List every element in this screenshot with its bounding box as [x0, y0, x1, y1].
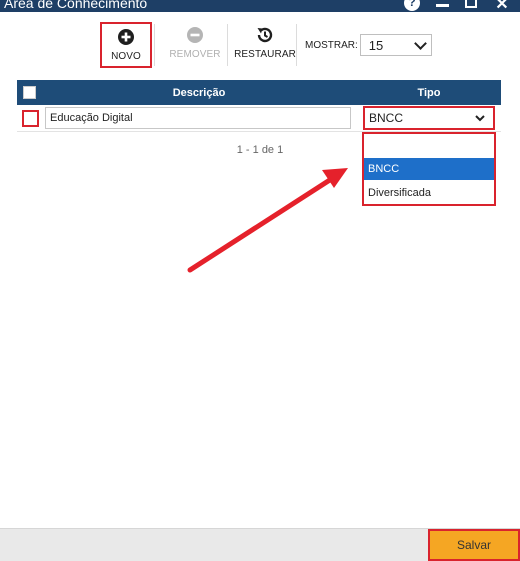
remover-label: REMOVER [169, 49, 221, 60]
toolbar-divider [296, 24, 297, 66]
remover-button[interactable]: REMOVER [165, 22, 225, 68]
save-button[interactable]: Salvar [428, 529, 520, 561]
restaurar-label: RESTAURAR [234, 49, 296, 60]
chevron-down-icon [413, 36, 427, 50]
page-size-select[interactable]: 15 [359, 34, 432, 56]
mostrar-control: MOSTRAR: 15 [305, 22, 432, 68]
toolbar-divider [227, 24, 228, 66]
data-grid: Descrição Tipo Educação Digital BNCC [17, 80, 501, 132]
toolbar-divider [154, 24, 155, 66]
mostrar-label: MOSTRAR: [305, 39, 358, 51]
restaurar-button[interactable]: RESTAURAR [234, 22, 296, 68]
tipo-dropdown-list: BNCC Diversificada [362, 132, 496, 206]
help-icon: ? [404, 0, 420, 11]
chevron-down-icon [475, 114, 485, 121]
help-button[interactable]: ? [404, 0, 420, 12]
window-controls: ? ✕ [404, 0, 510, 12]
select-all-checkbox[interactable] [23, 86, 36, 99]
header-tipo[interactable]: Tipo [362, 87, 496, 99]
table-row: Educação Digital BNCC [17, 105, 501, 132]
page-size-value: 15 [368, 37, 384, 53]
window-title: Área de Conhecimento [4, 0, 148, 11]
footer-bar: Salvar [0, 528, 520, 561]
plus-circle-icon [117, 26, 135, 48]
dropdown-option-blank[interactable] [364, 134, 494, 156]
header-descricao[interactable]: Descrição [44, 87, 354, 99]
toolbar: NOVO REMOVER RESTAURAR MOSTRAR: 15 [100, 22, 432, 68]
descricao-input[interactable]: Educação Digital [45, 107, 351, 129]
novo-button[interactable]: NOVO [100, 22, 152, 68]
maximize-icon[interactable] [464, 0, 480, 12]
tipo-select[interactable]: BNCC [363, 106, 495, 130]
novo-label: NOVO [111, 51, 141, 62]
dropdown-option-bncc[interactable]: BNCC [364, 158, 494, 180]
minimize-icon[interactable] [434, 0, 450, 12]
minus-circle-icon [186, 24, 204, 46]
dropdown-option-diversificada[interactable]: Diversificada [364, 182, 494, 204]
row-checkbox[interactable] [22, 110, 39, 127]
arrow-head [322, 168, 348, 188]
close-icon[interactable]: ✕ [494, 0, 510, 12]
title-bar: Área de Conhecimento ? ✕ [0, 0, 520, 12]
restore-icon [255, 24, 275, 46]
grid-header: Descrição Tipo [17, 80, 501, 105]
tipo-value: BNCC [369, 111, 404, 125]
